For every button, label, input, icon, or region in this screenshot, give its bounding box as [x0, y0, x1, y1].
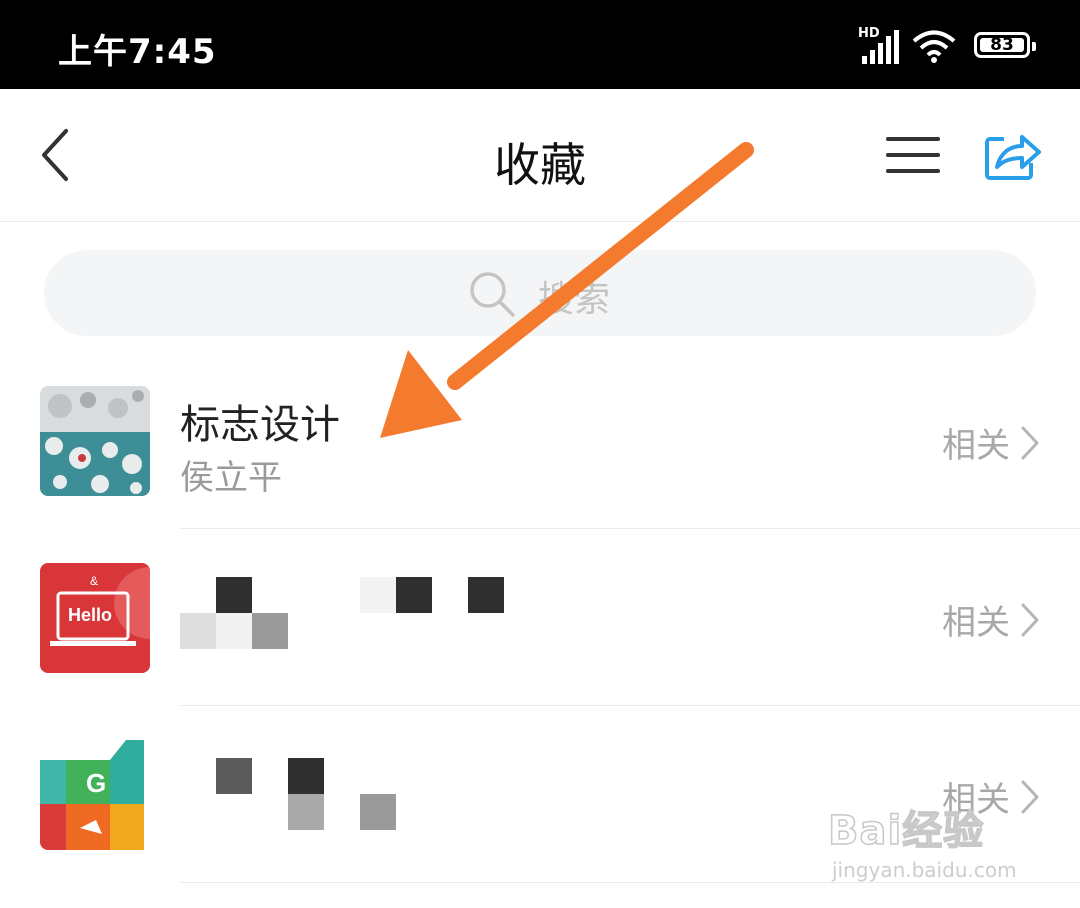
battery-level: 83	[980, 37, 1024, 54]
list-item[interactable]: 标志设计 侯立平 相关	[0, 352, 1080, 529]
search-bar[interactable]: 搜索	[44, 250, 1036, 336]
search-icon	[470, 272, 515, 317]
list-item[interactable]: Hello & 相关	[0, 529, 1080, 706]
related-button[interactable]: 相关	[942, 418, 1040, 467]
thumbnail-gears	[40, 386, 150, 496]
related-button[interactable]: 相关	[942, 595, 1040, 644]
wifi-icon	[912, 30, 956, 63]
chevron-right-icon	[1021, 426, 1039, 459]
share-button[interactable]	[984, 129, 1042, 181]
status-bar: 上午7:45 HD 83	[0, 0, 1080, 89]
thumbnail-hello: Hello &	[40, 563, 150, 673]
menu-button[interactable]	[886, 135, 940, 175]
search-placeholder: 搜索	[538, 279, 611, 320]
status-time: 上午7:45	[58, 32, 217, 72]
thumbnail-colorful: G	[40, 740, 150, 850]
battery-icon: 83	[974, 32, 1036, 58]
watermark-brand: Bai经验	[827, 807, 985, 855]
chevron-right-icon	[1021, 603, 1039, 636]
watermark: Bai经验 jingyan.baidu.com	[827, 780, 1058, 890]
item-subtitle: 侯立平	[180, 458, 282, 498]
nav-bar: 收藏	[0, 89, 1080, 222]
signal-icon	[862, 30, 899, 64]
svg-text:&: &	[90, 574, 98, 588]
item-title: 标志设计	[180, 402, 340, 448]
svg-text:Hello: Hello	[68, 605, 112, 625]
watermark-url: jingyan.baidu.com	[832, 858, 1017, 882]
related-label: 相关	[942, 426, 1010, 466]
svg-text:G: G	[86, 768, 106, 798]
related-label: 相关	[942, 603, 1010, 643]
